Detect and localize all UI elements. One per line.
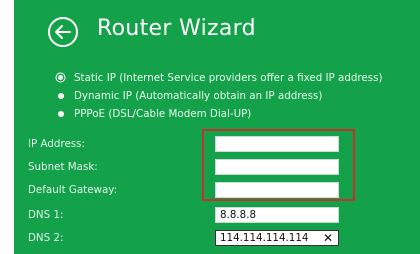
ip-address-label: IP Address: — [28, 138, 85, 150]
default-gateway-input[interactable] — [215, 182, 339, 198]
dns2-input[interactable]: 114.114.114.114 ✕ — [215, 230, 339, 246]
router-wizard-panel: Router Wizard Static IP (Internet Servic… — [14, 0, 420, 254]
back-arrow-icon — [55, 25, 71, 39]
radio-selected-icon — [58, 75, 63, 80]
subnet-mask-input[interactable] — [215, 159, 339, 175]
radio-dynamic-ip-label: Dynamic IP (Automatically obtain an IP a… — [74, 90, 323, 102]
dns2-value: 114.114.114.114 — [220, 232, 309, 244]
radio-static-ip-label: Static IP (Internet Service providers of… — [74, 72, 383, 84]
default-gateway-label: Default Gateway: — [28, 184, 118, 196]
radio-pppoe-label: PPPoE (DSL/Cable Modem Dial-UP) — [74, 108, 252, 120]
radio-icon — [58, 93, 64, 99]
back-button[interactable] — [48, 17, 78, 47]
page-title: Router Wizard — [97, 16, 256, 41]
clear-icon[interactable]: ✕ — [323, 231, 333, 245]
subnet-mask-label: Subnet Mask: — [28, 161, 98, 173]
radio-icon — [58, 111, 64, 117]
dns1-label: DNS 1: — [28, 209, 64, 221]
ip-address-input[interactable] — [215, 136, 339, 152]
dns1-input[interactable]: 8.8.8.8 — [215, 207, 339, 223]
dns2-label: DNS 2: — [28, 232, 64, 244]
dns1-value: 8.8.8.8 — [220, 209, 257, 221]
